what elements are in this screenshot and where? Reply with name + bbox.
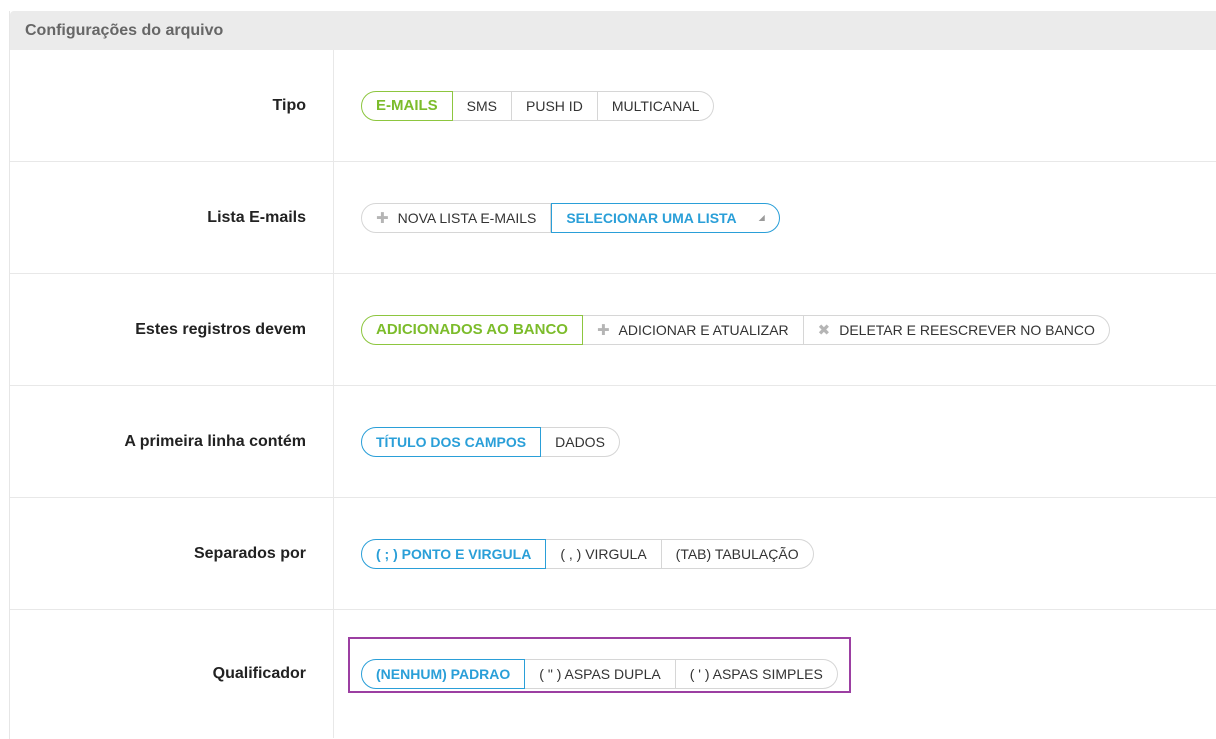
plus-icon: ✚ [596,321,610,339]
row-label-primeira-linha: A primeira linha contém [10,386,334,497]
separador-button-group: ( ; ) PONTO E VIRGULA ( , ) VIRGULA (TAB… [361,538,814,569]
panel-header: Configurações do arquivo [10,11,1216,50]
file-settings-panel: Configurações do arquivo Tipo E-MAILS SM… [9,11,1216,739]
row-separador: Separados por ( ; ) PONTO E VIRGULA ( , … [10,498,1216,610]
panel-title: Configurações do arquivo [25,21,224,39]
row-lista: Lista E-mails ✚ NOVA LISTA E-MAILS SELEC… [10,162,1216,274]
highlight-box [348,637,851,693]
add-and-update-label: ADICIONAR E ATUALIZAR [618,321,789,338]
select-list-label: SELECIONAR UMA LISTA [566,209,737,226]
row-label-lista: Lista E-mails [10,162,334,273]
tipo-button-group: E-MAILS SMS PUSH ID MULTICANAL [361,90,715,121]
lista-button-group: ✚ NOVA LISTA E-MAILS SELECIONAR UMA LIST… [361,202,780,233]
row-primeira-linha: A primeira linha contém TÍTULO DOS CAMPO… [10,386,1216,498]
row-label-tipo: Tipo [10,50,334,161]
tab-button[interactable]: (TAB) TABULAÇÃO [661,538,814,569]
tipo-multicanal-button[interactable]: MULTICANAL [597,90,715,121]
semicolon-button[interactable]: ( ; ) PONTO E VIRGULA [361,538,547,569]
row-tipo: Tipo E-MAILS SMS PUSH ID MULTICANAL [10,50,1216,162]
add-to-db-button[interactable]: ADICIONADOS AO BANCO [361,314,583,345]
row-label-separador: Separados por [10,498,334,609]
registros-button-group: ADICIONADOS AO BANCO ✚ ADICIONAR E ATUAL… [361,314,1110,345]
data-button[interactable]: DADOS [541,426,620,457]
field-titles-button[interactable]: TÍTULO DOS CAMPOS [361,426,542,457]
plus-icon: ✚ [376,209,389,227]
select-list-dropdown[interactable]: SELECIONAR UMA LISTA ◢ [551,202,780,233]
row-label-qualificador: Qualificador [10,610,334,738]
add-and-update-button[interactable]: ✚ ADICIONAR E ATUALIZAR [582,314,804,345]
row-label-registros: Estes registros devem [10,274,334,385]
primeira-linha-button-group: TÍTULO DOS CAMPOS DADOS [361,426,620,457]
x-icon: ✖ [817,321,831,339]
comma-button[interactable]: ( , ) VIRGULA [546,538,662,569]
new-list-button[interactable]: ✚ NOVA LISTA E-MAILS [361,202,552,233]
new-list-label: NOVA LISTA E-MAILS [397,209,537,226]
tipo-emails-button[interactable]: E-MAILS [361,90,453,121]
delete-rewrite-label: DELETAR E REESCREVER NO BANCO [839,321,1095,338]
caret-down-icon: ◢ [758,213,765,222]
row-registros: Estes registros devem ADICIONADOS AO BAN… [10,274,1216,386]
tipo-push-id-button[interactable]: PUSH ID [512,90,598,121]
delete-rewrite-button[interactable]: ✖ DELETAR E REESCREVER NO BANCO [803,314,1110,345]
tipo-sms-button[interactable]: SMS [452,90,513,121]
